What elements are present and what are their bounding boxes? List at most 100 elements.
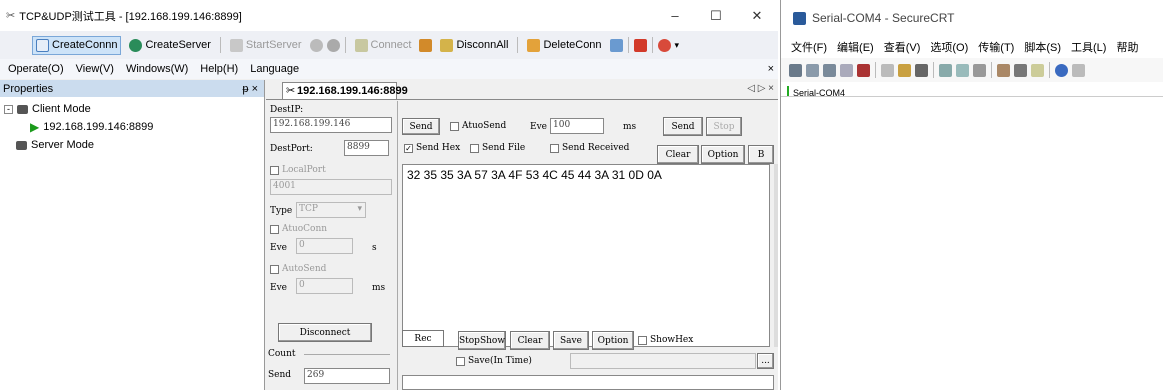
- session-options-icon[interactable]: [997, 63, 1010, 77]
- show-hex-checkbox[interactable]: ShowHex: [638, 335, 693, 345]
- connect-button[interactable]: Connect: [351, 36, 416, 55]
- menu-view[interactable]: View(V): [76, 63, 114, 75]
- checkbox-box: [470, 143, 479, 153]
- quick-connect-icon[interactable]: [806, 63, 819, 77]
- print-selection-icon[interactable]: [956, 63, 969, 77]
- send-data-textarea[interactable]: 32 35 35 3A 57 3A 4F 53 4C 45 44 3A 31 0…: [402, 164, 770, 347]
- settings-icon[interactable]: [609, 38, 623, 52]
- atuo-conn-checkbox[interactable]: AtuoConn: [270, 224, 327, 234]
- global-options-icon[interactable]: [1014, 63, 1027, 77]
- find-icon[interactable]: [915, 63, 928, 77]
- option-send-button[interactable]: Option: [701, 145, 745, 164]
- crt-menu-options[interactable]: 选项(O): [930, 39, 968, 55]
- create-conn-button[interactable]: CreateConnn: [32, 35, 122, 55]
- crt-menu-help[interactable]: 帮助: [1116, 39, 1138, 55]
- mdi-close-icon[interactable]: ×: [768, 63, 774, 75]
- delete-server-icon[interactable]: [326, 38, 340, 52]
- close-button[interactable]: ✕: [737, 0, 777, 31]
- exit-icon[interactable]: [657, 38, 671, 52]
- disconnect-icon[interactable]: [857, 63, 870, 77]
- stop-button[interactable]: Stop: [706, 117, 742, 136]
- collapse-icon[interactable]: -: [4, 104, 13, 114]
- delete-conn-button[interactable]: DeleteConn: [523, 36, 605, 55]
- tab-icon[interactable]: [823, 63, 836, 77]
- help-icon[interactable]: [1055, 63, 1068, 77]
- b-button[interactable]: B: [748, 145, 774, 164]
- toolbar-overflow-icon[interactable]: ▾: [675, 40, 680, 51]
- disconnect-icon[interactable]: [419, 38, 433, 52]
- menu-operate[interactable]: Operate(O): [8, 63, 64, 75]
- tree-client-mode[interactable]: - Client Mode: [4, 100, 260, 118]
- send-received-checkbox[interactable]: Send Received: [550, 143, 629, 153]
- disconnect-button[interactable]: Disconnect: [278, 323, 372, 342]
- stop-show-button[interactable]: StopShow: [458, 331, 506, 350]
- computer-icon: [17, 104, 28, 114]
- minimize-button[interactable]: –: [655, 0, 695, 31]
- send-eve-input[interactable]: 100: [550, 118, 604, 134]
- menu-windows[interactable]: Windows(W): [126, 63, 188, 75]
- maximize-button[interactable]: ☐: [696, 0, 736, 31]
- crt-menu-transfer[interactable]: 传输(T): [978, 39, 1014, 55]
- checkbox-checked: ✓: [404, 143, 413, 153]
- dest-ip-label: DestIP:: [270, 105, 304, 115]
- pane-pin-close[interactable]: ᵽ ×: [242, 83, 258, 95]
- app-icon: ✂: [6, 10, 16, 22]
- menu-help[interactable]: Help(H): [200, 63, 238, 75]
- copy-icon[interactable]: [881, 63, 894, 77]
- eve2-input[interactable]: 0: [296, 278, 353, 294]
- save-path-input[interactable]: [570, 353, 756, 369]
- connect-icon[interactable]: [789, 63, 802, 77]
- print-icon[interactable]: [939, 63, 952, 77]
- crt-menu-tools[interactable]: 工具(L): [1071, 39, 1106, 55]
- crt-menu-edit[interactable]: 编辑(E): [837, 39, 874, 55]
- save-in-time-checkbox[interactable]: Save(In Time): [456, 356, 532, 366]
- dest-ip-input[interactable]: 192.168.199.146: [270, 117, 392, 133]
- reconnect-icon[interactable]: [840, 63, 853, 77]
- stop-icon[interactable]: [633, 38, 647, 52]
- connection-settings: DestIP: 192.168.199.146 DestPort: 8899 L…: [266, 101, 396, 390]
- properties-pane: Properties ᵽ × - Client Mode ▶ 192.168.1…: [0, 80, 265, 390]
- menu-language[interactable]: Language: [250, 63, 299, 75]
- toolbar-separator: [627, 37, 629, 53]
- toolbar-separator: [651, 37, 653, 53]
- count-divider: [304, 354, 390, 355]
- send-file-checkbox[interactable]: Send File: [470, 143, 525, 153]
- dest-port-input[interactable]: 8899: [344, 140, 389, 156]
- disconn-all-button[interactable]: DisconnAll: [436, 36, 512, 55]
- tab-nav-controls[interactable]: ◁ ▷ ×: [747, 83, 774, 94]
- toolbar-separator: [991, 62, 992, 78]
- local-port-input[interactable]: 4001: [270, 179, 392, 195]
- paste-icon[interactable]: [898, 63, 911, 77]
- toolbar-separator: [344, 37, 346, 53]
- start-server-button[interactable]: StartServer: [226, 36, 306, 55]
- crt-menu-file[interactable]: 文件(F): [791, 39, 827, 55]
- atuo-send-checkbox[interactable]: AtuoSend: [450, 121, 506, 131]
- send-scrollbar[interactable]: [774, 164, 778, 347]
- chevron-down-icon: ▾: [357, 204, 362, 214]
- crt-menu-view[interactable]: 查看(V): [884, 39, 921, 55]
- auto-send-checkbox[interactable]: AutoSend: [270, 264, 326, 274]
- tree-client-connection[interactable]: ▶ 192.168.199.146:8899: [4, 118, 260, 136]
- local-port-checkbox[interactable]: LocalPort: [270, 165, 326, 175]
- eve1-input[interactable]: 0: [296, 238, 353, 254]
- tree-server-mode[interactable]: Server Mode: [4, 136, 260, 154]
- option-rec-button[interactable]: Option: [592, 331, 634, 350]
- save-button[interactable]: Save: [553, 331, 589, 350]
- tab-connection[interactable]: ✂ 192.168.199.146:8899: [282, 82, 408, 99]
- printer-icon[interactable]: [973, 63, 986, 77]
- key-icon[interactable]: [1031, 63, 1044, 77]
- stop-server-icon[interactable]: [309, 38, 323, 52]
- send-hex-checkbox[interactable]: ✓ Send Hex: [404, 143, 460, 153]
- crt-terminal-area[interactable]: [781, 97, 1163, 390]
- properties-title: Properties: [3, 82, 54, 95]
- type-select[interactable]: TCP ▾: [296, 202, 366, 218]
- clear-rec-button[interactable]: Clear: [510, 331, 550, 350]
- crt-menu-script[interactable]: 脚本(S): [1024, 39, 1061, 55]
- send-button[interactable]: Send: [663, 117, 703, 136]
- toolbar-separator: [1049, 62, 1050, 78]
- receive-area[interactable]: [402, 375, 774, 390]
- create-server-button[interactable]: CreateServer: [125, 36, 214, 55]
- clear-send-button[interactable]: Clear: [657, 145, 699, 164]
- browse-button[interactable]: ...: [757, 353, 774, 369]
- map-icon[interactable]: [1072, 63, 1085, 77]
